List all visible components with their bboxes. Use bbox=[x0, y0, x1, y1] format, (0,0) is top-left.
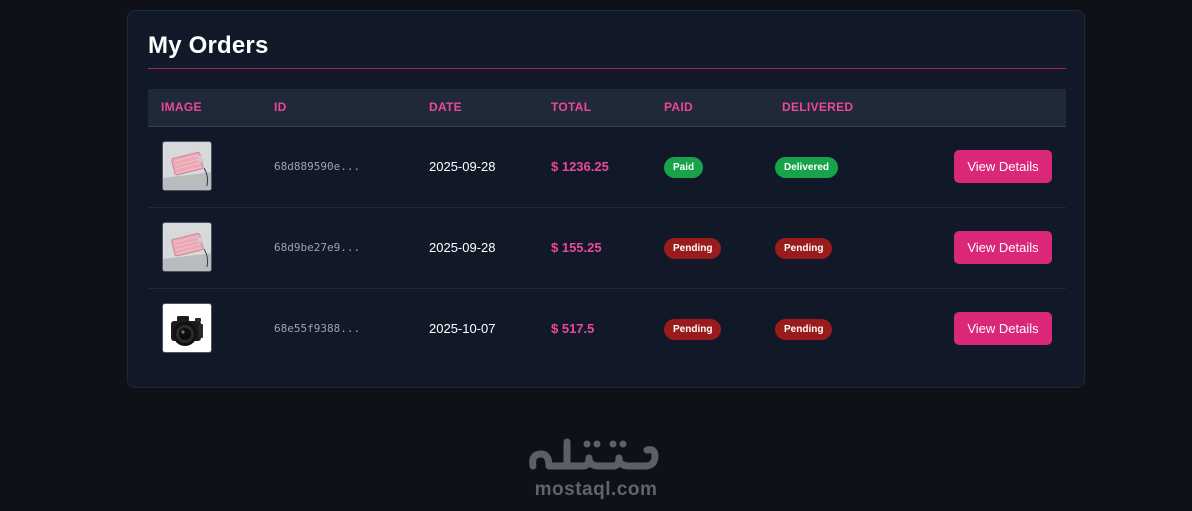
product-thumbnail bbox=[162, 141, 212, 191]
header-date: DATE bbox=[429, 100, 462, 114]
product-thumbnail bbox=[162, 222, 212, 272]
orders-card: My Orders IMAGE ID DATE TOTAL PAID DELIV… bbox=[127, 10, 1085, 388]
header-id: ID bbox=[274, 100, 287, 114]
order-date: 2025-10-07 bbox=[429, 321, 496, 336]
header-delivered: DELIVERED bbox=[782, 100, 854, 114]
handbag-icon bbox=[163, 223, 211, 271]
delivered-status-badge: Pending bbox=[775, 238, 833, 259]
mostaql-watermark: mostaql.com bbox=[0, 432, 1192, 501]
order-date: 2025-09-28 bbox=[429, 159, 496, 174]
header-total: TOTAL bbox=[551, 100, 592, 114]
table-row: 68d889590e... 2025-09-28 $ 1236.25 Paid … bbox=[148, 127, 1066, 208]
table-row: 68e55f9388... 2025-10-07 $ 517.5 Pending… bbox=[148, 289, 1066, 369]
order-total: $ 155.25 bbox=[551, 240, 602, 255]
view-details-button[interactable]: View Details bbox=[954, 150, 1052, 183]
header-image: IMAGE bbox=[161, 100, 202, 114]
paid-status-badge: Pending bbox=[664, 238, 722, 259]
delivered-status-badge: Pending bbox=[775, 319, 833, 340]
order-id: 68d889590e... bbox=[274, 160, 361, 173]
order-date: 2025-09-28 bbox=[429, 240, 496, 255]
order-total: $ 1236.25 bbox=[551, 159, 609, 174]
page-title: My Orders bbox=[148, 32, 269, 59]
table-row: 68d9be27e9... 2025-09-28 $ 155.25 Pendin… bbox=[148, 208, 1066, 289]
delivered-status-badge: Delivered bbox=[775, 157, 839, 178]
paid-status-badge: Paid bbox=[664, 157, 704, 178]
handbag-icon bbox=[163, 142, 211, 190]
header-paid: PAID bbox=[664, 100, 693, 114]
watermark-domain: mostaql.com bbox=[534, 479, 658, 500]
product-thumbnail bbox=[162, 303, 212, 353]
order-id: 68e55f9388... bbox=[274, 322, 361, 335]
title-divider bbox=[148, 68, 1066, 69]
order-total: $ 517.5 bbox=[551, 321, 595, 336]
mostaql-logo bbox=[529, 438, 659, 470]
view-details-button[interactable]: View Details bbox=[954, 312, 1052, 345]
view-details-button[interactable]: View Details bbox=[954, 231, 1052, 264]
order-id: 68d9be27e9... bbox=[274, 241, 361, 254]
paid-status-badge: Pending bbox=[664, 319, 722, 340]
camera-icon bbox=[163, 304, 211, 352]
orders-table: IMAGE ID DATE TOTAL PAID DELIVERED 68d88… bbox=[148, 89, 1066, 369]
table-header: IMAGE ID DATE TOTAL PAID DELIVERED bbox=[148, 89, 1066, 127]
